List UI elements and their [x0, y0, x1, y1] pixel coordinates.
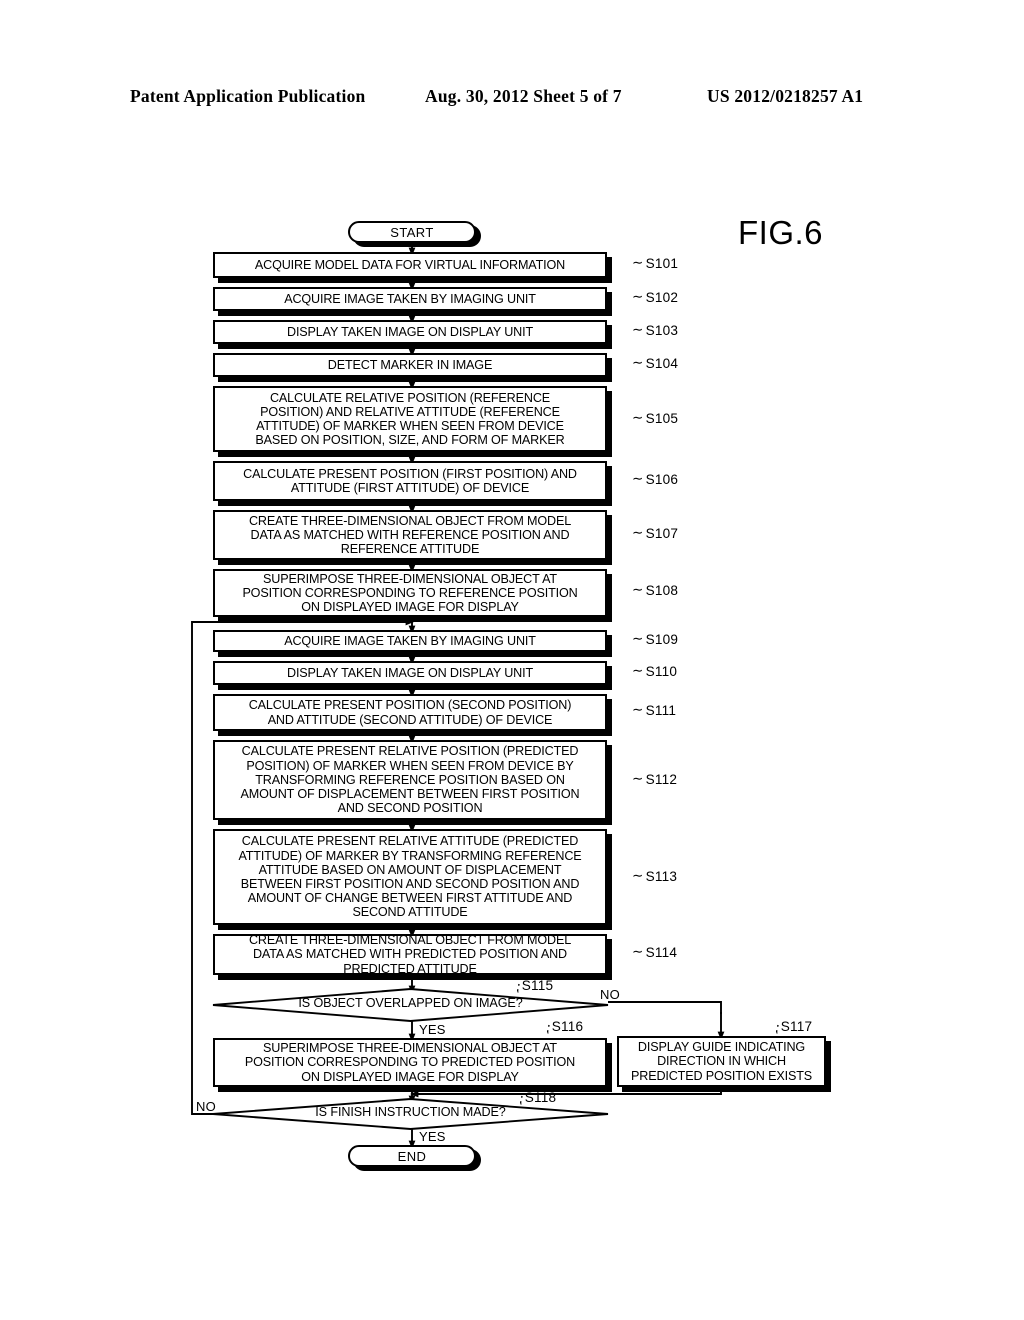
step-ref-text: S118: [524, 1090, 557, 1105]
step-text: CREATE THREE-DIMENSIONAL OBJECT FROM MOD…: [248, 933, 572, 976]
step-ref-s117: ⁏S117: [773, 1019, 813, 1036]
process-step-s113: CALCULATE PRESENT RELATIVE ATTITUDE (PRE…: [213, 829, 607, 925]
step-ref-text: S111: [645, 703, 677, 718]
process-step-s107: CREATE THREE-DIMENSIONAL OBJECT FROM MOD…: [213, 510, 607, 560]
step-text: CREATE THREE-DIMENSIONAL OBJECT FROM MOD…: [248, 513, 572, 557]
step-ref-text: S115: [521, 978, 554, 993]
branch-label-s115-no: NO: [600, 987, 620, 1002]
end-terminator: END: [348, 1145, 476, 1167]
process-step-s111: CALCULATE PRESENT POSITION (SECOND POSIT…: [213, 694, 607, 731]
step-ref-s112: ∼ S112: [632, 771, 678, 787]
branch-label-s118-no: NO: [196, 1099, 216, 1114]
process-step-s104: DETECT MARKER IN IMAGE: [213, 353, 607, 377]
branch-label-s118-yes: YES: [419, 1129, 446, 1144]
decision-label: IS FINISH INSTRUCTION MADE?: [315, 1105, 506, 1119]
process-step-s102: ACQUIRE IMAGE TAKEN BY IMAGING UNIT: [213, 287, 607, 311]
step-ref-text: S106: [645, 472, 679, 487]
process-step-s117: DISPLAY GUIDE INDICATING DIRECTION IN WH…: [617, 1036, 826, 1087]
step-text: DISPLAY TAKEN IMAGE ON DISPLAY UNIT: [287, 665, 533, 680]
step-ref-s111: ∼ S111: [632, 702, 677, 718]
step-ref-text: S107: [645, 526, 679, 541]
step-ref-s108: ∼ S108: [632, 582, 679, 598]
step-ref-s107: ∼ S107: [632, 525, 679, 541]
step-ref-s109: ∼ S109: [632, 631, 679, 647]
step-ref-text: S110: [645, 664, 678, 679]
step-ref-text: S109: [645, 632, 679, 647]
start-terminator: START: [348, 221, 476, 243]
process-step-s101: ACQUIRE MODEL DATA FOR VIRTUAL INFORMATI…: [213, 252, 607, 278]
step-text: DETECT MARKER IN IMAGE: [327, 357, 493, 372]
process-step-s114: CREATE THREE-DIMENSIONAL OBJECT FROM MOD…: [213, 933, 607, 976]
process-step-s105: CALCULATE RELATIVE POSITION (REFERENCE P…: [213, 386, 607, 452]
step-ref-s114: ∼ S114: [632, 944, 678, 960]
step-ref-s101: ∼ S101: [632, 255, 679, 271]
step-ref-text: S105: [645, 411, 679, 426]
end-label: END: [397, 1148, 427, 1164]
process-step-s109: ACQUIRE IMAGE TAKEN BY IMAGING UNIT: [213, 630, 607, 652]
process-step-s110: DISPLAY TAKEN IMAGE ON DISPLAY UNIT: [213, 661, 607, 685]
branch-label-s115-yes: YES: [419, 1022, 446, 1037]
step-ref-text: S108: [645, 583, 679, 598]
start-label: START: [390, 224, 434, 240]
step-ref-s102: ∼ S102: [632, 289, 679, 305]
step-ref-s118: ⁏S118: [517, 1090, 557, 1107]
step-ref-s105: ∼ S105: [632, 410, 679, 426]
step-text: DISPLAY TAKEN IMAGE ON DISPLAY UNIT: [287, 324, 533, 339]
step-ref-s116: ⁏S116: [544, 1019, 584, 1036]
step-ref-text: S102: [645, 290, 679, 305]
step-ref-text: S103: [645, 323, 679, 338]
flowchart-diagram: START ACQUIRE MODEL DATA FOR VIRTUAL INF…: [0, 0, 1024, 1320]
step-text: ACQUIRE IMAGE TAKEN BY IMAGING UNIT: [284, 291, 536, 306]
process-step-s103: DISPLAY TAKEN IMAGE ON DISPLAY UNIT: [213, 320, 607, 344]
step-ref-s103: ∼ S103: [632, 322, 679, 338]
process-step-s108: SUPERIMPOSE THREE-DIMENSIONAL OBJECT AT …: [213, 569, 607, 617]
step-ref-text: S112: [645, 772, 678, 787]
step-text: CALCULATE PRESENT POSITION (FIRST POSITI…: [243, 466, 577, 495]
step-ref-text: S113: [645, 869, 678, 884]
step-text: ACQUIRE IMAGE TAKEN BY IMAGING UNIT: [284, 633, 536, 648]
step-ref-s110: ∼ S110: [632, 663, 678, 679]
step-ref-s115: ⁏S115: [514, 978, 554, 995]
decision-label: IS OBJECT OVERLAPPED ON IMAGE?: [298, 996, 523, 1010]
step-ref-s104: ∼ S104: [632, 355, 679, 371]
step-text: DISPLAY GUIDE INDICATING DIRECTION IN WH…: [631, 1040, 812, 1083]
step-ref-text: S116: [551, 1019, 584, 1034]
process-step-s106: CALCULATE PRESENT POSITION (FIRST POSITI…: [213, 461, 607, 501]
step-ref-text: S117: [780, 1019, 813, 1034]
step-ref-s113: ∼ S113: [632, 868, 678, 884]
step-text: CALCULATE RELATIVE POSITION (REFERENCE P…: [255, 390, 565, 448]
step-ref-text: S101: [645, 256, 679, 271]
process-step-s112: CALCULATE PRESENT RELATIVE POSITION (PRE…: [213, 740, 607, 820]
step-text: CALCULATE PRESENT POSITION (SECOND POSIT…: [248, 698, 572, 727]
step-ref-s106: ∼ S106: [632, 471, 679, 487]
process-step-s116: SUPERIMPOSE THREE-DIMENSIONAL OBJECT AT …: [213, 1038, 607, 1087]
step-ref-text: S114: [645, 945, 678, 960]
step-text: CALCULATE PRESENT RELATIVE POSITION (PRE…: [240, 744, 580, 816]
step-text: ACQUIRE MODEL DATA FOR VIRTUAL INFORMATI…: [254, 257, 566, 272]
step-text: SUPERIMPOSE THREE-DIMENSIONAL OBJECT AT …: [242, 571, 578, 615]
step-text: SUPERIMPOSE THREE-DIMENSIONAL OBJECT AT …: [244, 1041, 576, 1084]
step-text: CALCULATE PRESENT RELATIVE ATTITUDE (PRE…: [238, 834, 582, 920]
step-ref-text: S104: [645, 356, 679, 371]
